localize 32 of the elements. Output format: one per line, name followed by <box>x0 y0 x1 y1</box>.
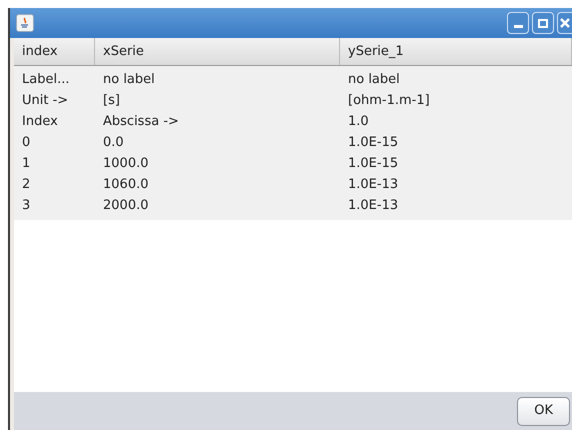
table-cell-text: 1060.0 <box>102 176 150 194</box>
table-cell-text: Index <box>21 112 59 131</box>
close-icon <box>560 18 570 28</box>
table-cell-text: 1.0E-15 <box>347 154 400 173</box>
app-icon <box>16 14 34 32</box>
table-cell-text: no label <box>347 70 401 89</box>
table-cell-text: Abscissa -> <box>102 112 180 131</box>
table-cell-text: [s] <box>102 92 121 110</box>
table-cell-text: 0.0 <box>102 134 125 152</box>
table-cell-text: 2 <box>21 176 32 194</box>
column-header[interactable]: xSerie <box>95 38 340 65</box>
table-cell-text: 1.0E-13 <box>347 196 400 215</box>
column-header[interactable]: ySerie_1 <box>340 38 572 65</box>
table-cell-text: Unit -> <box>21 92 70 110</box>
table-cell-text: 3 <box>21 196 32 215</box>
table-cell-text: 1.0E-15 <box>347 134 400 152</box>
table-cell-text: Label... <box>21 70 70 89</box>
table-cell-text: [ohm-1.m-1] <box>347 92 431 110</box>
table-cell-text: 2000.0 <box>102 196 150 215</box>
close-button[interactable] <box>557 12 572 34</box>
table-cell-text: 0 <box>21 134 32 152</box>
minimize-icon <box>514 25 522 28</box>
table-cell-text: 1.0 <box>347 112 370 131</box>
table-cell-text: 1000.0 <box>102 154 150 173</box>
table-cell-text: no label <box>102 70 156 89</box>
maximize-icon <box>538 18 548 28</box>
table-cell-text: 1 <box>21 154 32 173</box>
table-cell-text: 1.0E-13 <box>347 176 400 194</box>
minimize-button[interactable] <box>507 12 529 34</box>
ok-button[interactable]: OK <box>517 396 570 426</box>
column-header[interactable]: index <box>14 38 95 65</box>
maximize-button[interactable] <box>532 12 554 34</box>
